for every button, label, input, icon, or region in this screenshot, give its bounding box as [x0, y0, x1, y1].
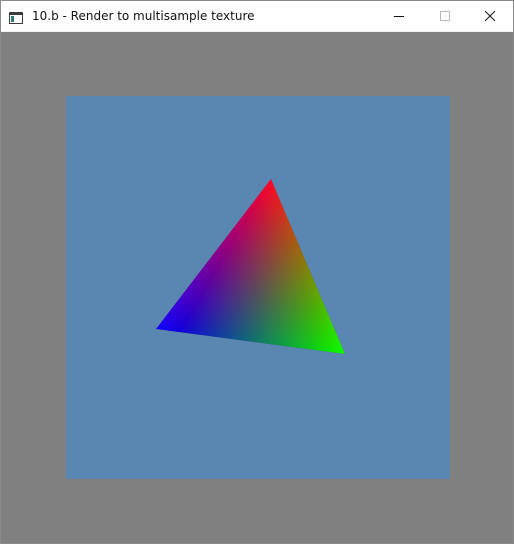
- title-bar[interactable]: 10.b - Render to multisample texture: [1, 1, 513, 32]
- rgb-triangle: [156, 179, 345, 354]
- app-window: 10.b - Render to multisample texture: [0, 0, 514, 544]
- close-icon: [484, 7, 496, 26]
- maximize-button[interactable]: [422, 1, 468, 31]
- triangle-scene: [156, 179, 345, 354]
- maximize-icon: [439, 7, 451, 26]
- minimize-button[interactable]: [376, 1, 422, 31]
- close-button[interactable]: [467, 1, 513, 31]
- window-title: 10.b - Render to multisample texture: [32, 9, 255, 23]
- app-window-icon[interactable]: [9, 9, 23, 24]
- minimize-icon: [393, 7, 405, 26]
- opengl-viewport[interactable]: [1, 32, 513, 543]
